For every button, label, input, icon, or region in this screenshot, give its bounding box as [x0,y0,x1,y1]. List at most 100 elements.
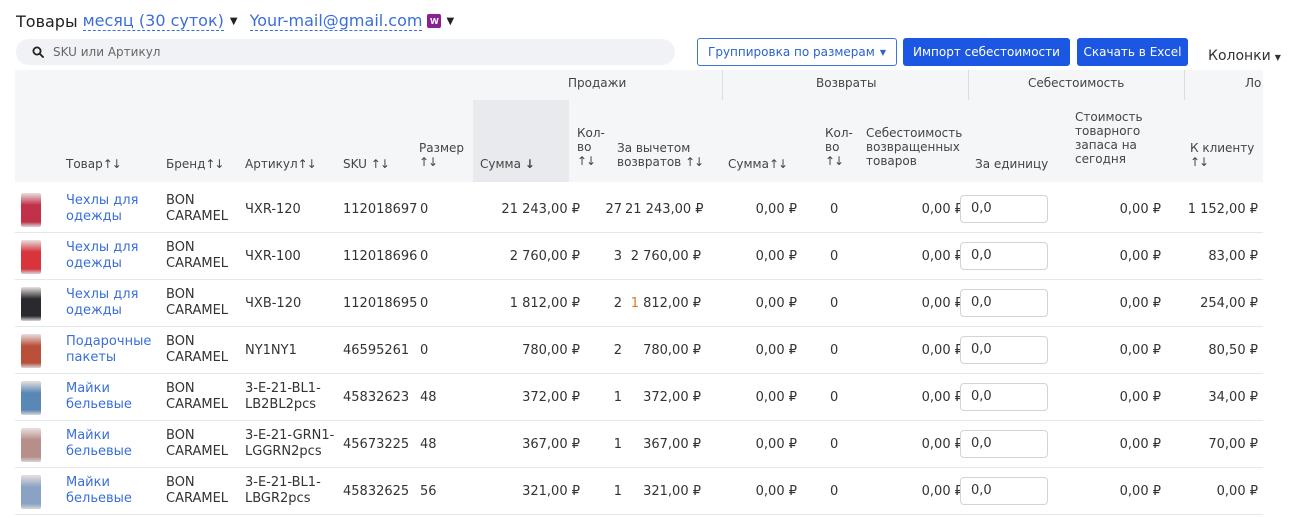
chevron-down-icon[interactable]: ▼ [446,16,454,27]
sort-icon: ↑↓ [768,157,788,171]
col-product[interactable]: Товар↑↓ [66,157,122,171]
product-name-link[interactable]: Майки бельевые [66,475,132,507]
product-thumbnail[interactable] [21,287,41,321]
cell-sales-sum: 780,00 ₽ [522,343,580,358]
cell-returns-qty: 0 [830,249,839,264]
group-more: Ло [1245,76,1262,90]
col-stock-value-label-3: запаса на [1075,138,1137,152]
columns-dropdown[interactable]: Колонки ▼ [1208,48,1281,64]
product-name-link[interactable]: Майки бельевые [66,428,132,460]
brand-line: CARAMEL [166,397,229,412]
cell-sales-sum: 372,00 ₽ [522,390,580,405]
col-net[interactable]: За вычетом возвратов ↑↓ [617,141,704,169]
cell-stock-value: 0,00 ₽ [1119,296,1161,311]
cell-sku: 112018697 [343,202,418,217]
cell-sku: 45832625 [343,484,410,499]
table-row: Майки бельевые BON CARAMEL 3-E-21-BL1- LB2BL2… [15,374,1263,421]
sort-icon: ↑↓ [370,157,390,171]
cell-size: 0 [420,343,429,358]
cell-size: 48 [420,390,437,405]
cell-brand: BON CARAMEL [166,193,228,225]
import-cost-label: Импорт себестоимости [913,45,1060,59]
col-size-label: Размер [419,141,465,155]
brand-line: CARAMEL [166,444,229,459]
cell-article: 3-E-21-BL1- LB2BL2pcs [245,381,321,413]
col-sku[interactable]: SKU ↑↓ [343,157,390,171]
col-returns-qty[interactable]: Кол- во ↑↓ [825,126,853,168]
brand-line: BON [166,287,195,302]
product-name-line: Подарочные [66,334,152,349]
unit-cost-input[interactable]: 0,0 [960,336,1048,364]
col-stock-value-label-2: товарного [1075,124,1141,138]
unit-cost-input[interactable]: 0,0 [960,430,1048,458]
cell-size: 0 [420,296,429,311]
product-thumbnail[interactable] [21,381,41,415]
cell-stock-value: 0,00 ₽ [1119,249,1161,264]
col-returns-sum-label: Сумма [728,157,769,171]
cell-article: 3-E-21-BL1- LBGR2pcs [245,475,321,507]
product-thumbnail[interactable] [21,428,41,462]
brand-line: CARAMEL [166,209,229,224]
unit-cost-input[interactable]: 0,0 [960,289,1048,317]
cell-sales-sum: 2 760,00 ₽ [509,249,580,264]
cell-sales-sum: 21 243,00 ₽ [501,202,580,217]
product-name-link[interactable]: Подарочные пакеты [66,334,151,366]
brand-line: BON [166,193,195,208]
col-sales-sum[interactable]: Сумма ↓ [480,157,535,171]
col-size[interactable]: Размер ↑↓ [419,141,464,169]
unit-cost-input[interactable]: 0,0 [960,383,1048,411]
product-thumbnail[interactable] [21,193,41,227]
search-input[interactable] [53,45,653,59]
article-line: 3-E-21-GRN1- [245,428,335,443]
unit-cost-input[interactable]: 0,0 [960,242,1048,270]
sort-icon: ↑↓ [1190,155,1209,169]
product-name-link[interactable]: Майки бельевые [66,381,132,413]
cell-net: 367,00 ₽ [643,437,701,452]
group-by-size-dropdown[interactable]: Группировка по размерам ▼ [697,38,897,66]
product-name-link[interactable]: Чехлы для одежды [66,287,138,319]
import-cost-button[interactable]: Импорт себестоимости [903,38,1070,66]
cell-net: 372,00 ₽ [643,390,701,405]
brand-line: CARAMEL [166,350,229,365]
cell-returns-qty: 0 [830,484,839,499]
cell-qty: 3 [613,249,622,264]
col-qty[interactable]: Кол- во ↑↓ [577,126,605,168]
cell-size: 0 [420,249,429,264]
col-article[interactable]: Артикул↑↓ [245,157,317,171]
product-thumbnail[interactable] [21,334,41,368]
cell-brand: BON CARAMEL [166,475,228,507]
chevron-down-icon[interactable]: ▼ [230,16,238,27]
group-sales: Продажи [568,76,627,90]
product-name-link[interactable]: Чехлы для одежды [66,240,138,272]
page-title: Товары [16,11,78,31]
cell-size: 56 [420,484,437,499]
article-line: LGGRN2pcs [245,444,322,459]
product-name-link[interactable]: Чехлы для одежды [66,193,138,225]
col-brand[interactable]: Бренд↑↓ [166,157,224,171]
product-name-line: пакеты [66,350,117,365]
col-stock-value-label-4: сегодня [1075,152,1126,166]
export-excel-button[interactable]: Скачать в Excel [1077,38,1188,66]
unit-cost-input[interactable]: 0,0 [960,195,1048,223]
col-brand-label: Бренд [166,157,206,171]
period-selector[interactable]: месяц (30 суток) [82,11,224,31]
col-unit-cost-label: За единицу [975,157,1049,171]
cell-to-client: 0,00 ₽ [1216,484,1258,499]
cell-sku: 45673225 [343,437,410,452]
cell-qty: 2 [613,343,622,358]
col-returns-sum[interactable]: Сумма↑↓ [728,157,788,171]
columns-label: Колонки [1208,48,1271,64]
cell-to-client: 254,00 ₽ [1200,296,1258,311]
brand-line: BON [166,475,195,490]
product-name-line: Майки [66,428,110,443]
product-thumbnail[interactable] [21,475,41,509]
account-selector[interactable]: Your-mail@gmail.com [249,11,423,31]
brand-line: CARAMEL [166,303,229,318]
col-to-client-label: К клиенту [1190,141,1255,155]
cell-sku: 112018696 [343,249,418,264]
divider [1184,70,1185,100]
cell-sku: 46595261 [343,343,410,358]
unit-cost-input[interactable]: 0,0 [960,477,1048,505]
product-thumbnail[interactable] [21,240,41,274]
col-to-client[interactable]: К клиенту ↑↓ [1190,141,1254,169]
